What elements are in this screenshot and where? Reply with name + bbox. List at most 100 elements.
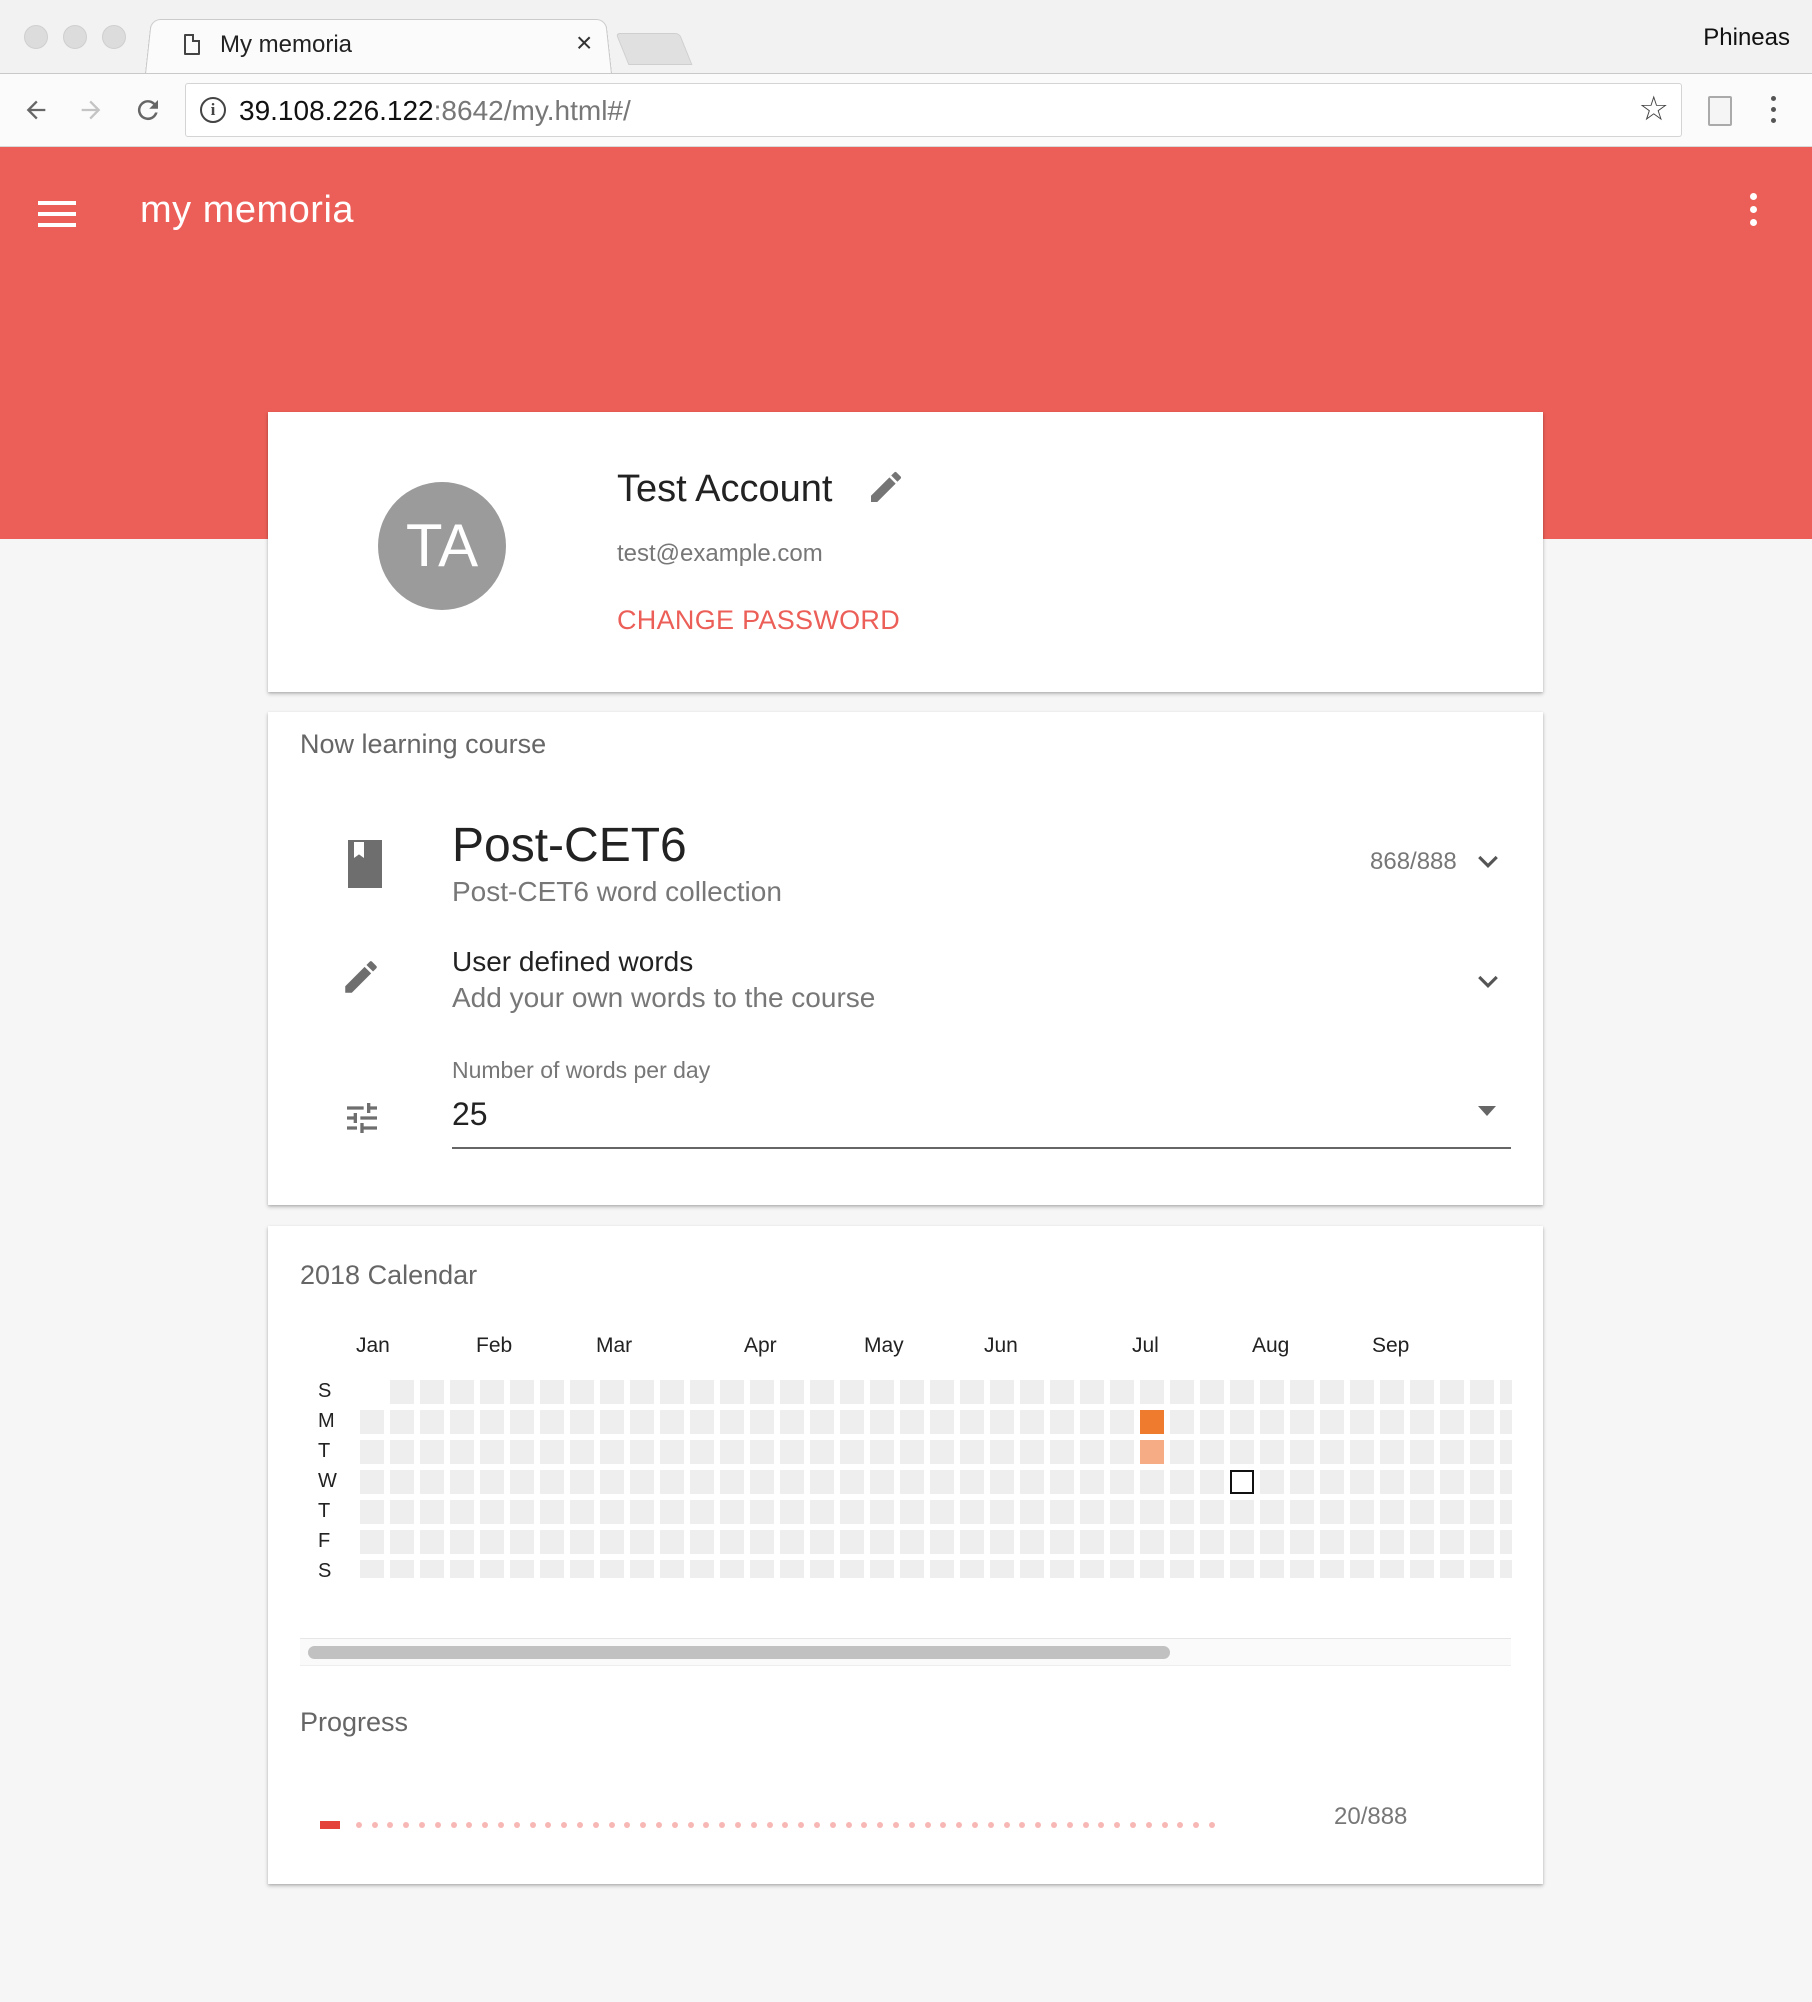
calendar-day-cell[interactable] xyxy=(930,1560,954,1578)
calendar-day-cell[interactable] xyxy=(630,1560,654,1578)
calendar-day-cell[interactable] xyxy=(1230,1530,1254,1554)
calendar-day-cell[interactable] xyxy=(1200,1560,1224,1578)
calendar-day-cell[interactable] xyxy=(1470,1500,1494,1524)
calendar-day-cell[interactable] xyxy=(900,1500,924,1524)
calendar-day-cell[interactable] xyxy=(1020,1440,1044,1464)
calendar-day-cell[interactable] xyxy=(840,1530,864,1554)
calendar-day-cell[interactable] xyxy=(390,1440,414,1464)
calendar-day-cell[interactable] xyxy=(360,1470,384,1494)
calendar-day-cell[interactable] xyxy=(480,1530,504,1554)
calendar-day-cell[interactable] xyxy=(1470,1530,1494,1554)
calendar-day-cell[interactable] xyxy=(1380,1380,1404,1404)
calendar-day-cell[interactable] xyxy=(960,1470,984,1494)
calendar-day-cell[interactable] xyxy=(1080,1560,1104,1578)
calendar-day-cell[interactable] xyxy=(750,1410,774,1434)
calendar-day-cell[interactable] xyxy=(660,1500,684,1524)
calendar-day-cell[interactable] xyxy=(360,1530,384,1554)
calendar-day-cell[interactable] xyxy=(870,1410,894,1434)
calendar-day-cell[interactable] xyxy=(540,1380,564,1404)
calendar-day-cell[interactable] xyxy=(510,1410,534,1434)
calendar-day-cell[interactable] xyxy=(870,1380,894,1404)
calendar-day-cell[interactable] xyxy=(1200,1410,1224,1434)
calendar-day-cell[interactable] xyxy=(420,1530,444,1554)
calendar-day-cell[interactable] xyxy=(900,1380,924,1404)
calendar-day-cell[interactable] xyxy=(630,1440,654,1464)
calendar-day-cell[interactable] xyxy=(1140,1530,1164,1554)
calendar-day-cell[interactable] xyxy=(690,1500,714,1524)
calendar-day-cell[interactable] xyxy=(1320,1470,1344,1494)
browser-menu-icon[interactable] xyxy=(1770,96,1778,129)
calendar-day-cell[interactable] xyxy=(1260,1500,1284,1524)
calendar-day-cell[interactable] xyxy=(360,1440,384,1464)
calendar-day-cell[interactable] xyxy=(1140,1500,1164,1524)
calendar-day-cell[interactable] xyxy=(390,1380,414,1404)
calendar-scrollbar[interactable] xyxy=(300,1638,1511,1666)
calendar-day-cell[interactable] xyxy=(480,1500,504,1524)
calendar-day-cell[interactable] xyxy=(840,1560,864,1578)
calendar-day-cell[interactable] xyxy=(1470,1410,1494,1434)
calendar-day-cell[interactable] xyxy=(1470,1380,1494,1404)
calendar-day-cell[interactable] xyxy=(720,1470,744,1494)
calendar-day-cell[interactable] xyxy=(450,1470,474,1494)
calendar-day-cell[interactable] xyxy=(1290,1410,1314,1434)
calendar-day-cell[interactable] xyxy=(720,1440,744,1464)
calendar-day-cell[interactable] xyxy=(1350,1500,1374,1524)
calendar-day-cell[interactable] xyxy=(1260,1530,1284,1554)
calendar-day-cell[interactable] xyxy=(1290,1560,1314,1578)
calendar-day-cell[interactable] xyxy=(1410,1500,1434,1524)
calendar-day-cell[interactable] xyxy=(930,1500,954,1524)
calendar-day-cell[interactable] xyxy=(1260,1410,1284,1434)
calendar-day-cell[interactable] xyxy=(480,1440,504,1464)
window-minimize-button[interactable] xyxy=(63,25,87,49)
calendar-day-cell[interactable] xyxy=(810,1530,834,1554)
calendar-day-cell[interactable] xyxy=(1170,1410,1194,1434)
calendar-day-cell[interactable] xyxy=(1470,1560,1494,1578)
calendar-day-cell[interactable] xyxy=(750,1530,774,1554)
back-button[interactable] xyxy=(14,88,58,132)
calendar-day-cell[interactable] xyxy=(900,1410,924,1434)
calendar-day-cell[interactable] xyxy=(1230,1470,1254,1494)
calendar-day-cell[interactable] xyxy=(1320,1500,1344,1524)
calendar-day-cell[interactable] xyxy=(870,1440,894,1464)
calendar-day-cell[interactable] xyxy=(990,1560,1014,1578)
calendar-day-cell[interactable] xyxy=(1140,1410,1164,1434)
calendar-day-cell[interactable] xyxy=(1200,1500,1224,1524)
calendar-day-cell[interactable] xyxy=(1080,1410,1104,1434)
calendar-day-cell[interactable] xyxy=(1050,1470,1074,1494)
calendar-day-cell[interactable] xyxy=(1380,1470,1404,1494)
calendar-day-cell[interactable] xyxy=(420,1440,444,1464)
calendar-day-cell[interactable] xyxy=(1470,1470,1494,1494)
dropdown-arrow-icon[interactable] xyxy=(1476,1104,1498,1123)
calendar-day-cell[interactable] xyxy=(1050,1500,1074,1524)
calendar-day-cell[interactable] xyxy=(1350,1560,1374,1578)
calendar-day-cell[interactable] xyxy=(990,1380,1014,1404)
calendar-day-cell[interactable] xyxy=(480,1470,504,1494)
calendar-day-cell[interactable] xyxy=(1320,1530,1344,1554)
calendar-day-cell[interactable] xyxy=(660,1440,684,1464)
calendar-day-cell[interactable] xyxy=(1110,1530,1134,1554)
calendar-day-cell[interactable] xyxy=(870,1470,894,1494)
calendar-day-cell[interactable] xyxy=(1140,1560,1164,1578)
calendar-day-cell[interactable] xyxy=(930,1440,954,1464)
words-per-day-value[interactable]: 25 xyxy=(452,1096,488,1133)
calendar-day-cell[interactable] xyxy=(840,1410,864,1434)
calendar-day-cell[interactable] xyxy=(720,1560,744,1578)
calendar-day-cell[interactable] xyxy=(420,1410,444,1434)
calendar-day-cell[interactable] xyxy=(570,1440,594,1464)
calendar-day-cell[interactable] xyxy=(1380,1500,1404,1524)
calendar-day-cell[interactable] xyxy=(570,1470,594,1494)
calendar-day-cell[interactable] xyxy=(1110,1470,1134,1494)
calendar-day-cell[interactable] xyxy=(720,1410,744,1434)
calendar-day-cell[interactable] xyxy=(1140,1470,1164,1494)
calendar-day-cell[interactable] xyxy=(1020,1380,1044,1404)
bookmark-star-icon[interactable]: ☆ xyxy=(1639,92,1669,126)
calendar-day-cell[interactable] xyxy=(1500,1410,1512,1434)
calendar-day-cell[interactable] xyxy=(1110,1410,1134,1434)
calendar-day-cell[interactable] xyxy=(660,1380,684,1404)
calendar-day-cell[interactable] xyxy=(960,1440,984,1464)
calendar-day-cell[interactable] xyxy=(1050,1560,1074,1578)
calendar-day-cell[interactable] xyxy=(690,1380,714,1404)
calendar-day-cell[interactable] xyxy=(1290,1380,1314,1404)
browser-tab-content[interactable]: My memoria × xyxy=(180,17,600,73)
calendar-day-cell[interactable] xyxy=(900,1440,924,1464)
